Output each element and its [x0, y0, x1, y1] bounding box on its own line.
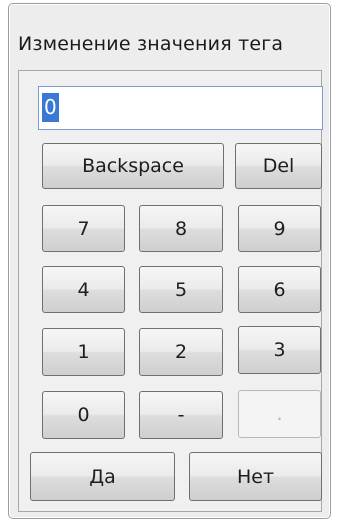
no-button[interactable]: Нет	[189, 452, 322, 501]
key-8-button[interactable]: 8	[139, 205, 223, 252]
value-input[interactable]: 0	[38, 86, 323, 130]
del-button[interactable]: Del	[235, 143, 322, 189]
key-7-button[interactable]: 7	[42, 205, 125, 252]
key-5-button[interactable]: 5	[139, 266, 223, 313]
key-2-button[interactable]: 2	[139, 328, 223, 376]
dialog-title: Изменение значения тега	[18, 33, 284, 55]
key-1-button[interactable]: 1	[42, 328, 125, 376]
key-0-button[interactable]: 0	[42, 391, 125, 439]
key-9-button[interactable]: 9	[238, 205, 321, 252]
key-4-button[interactable]: 4	[42, 266, 125, 313]
value-input-text: 0	[42, 93, 59, 122]
decimal-point-button: .	[238, 390, 321, 438]
minus-button[interactable]: -	[139, 391, 223, 439]
backspace-button[interactable]: Backspace	[42, 143, 224, 189]
key-3-button[interactable]: 3	[238, 326, 321, 374]
yes-button[interactable]: Да	[30, 452, 175, 501]
key-6-button[interactable]: 6	[238, 266, 321, 313]
